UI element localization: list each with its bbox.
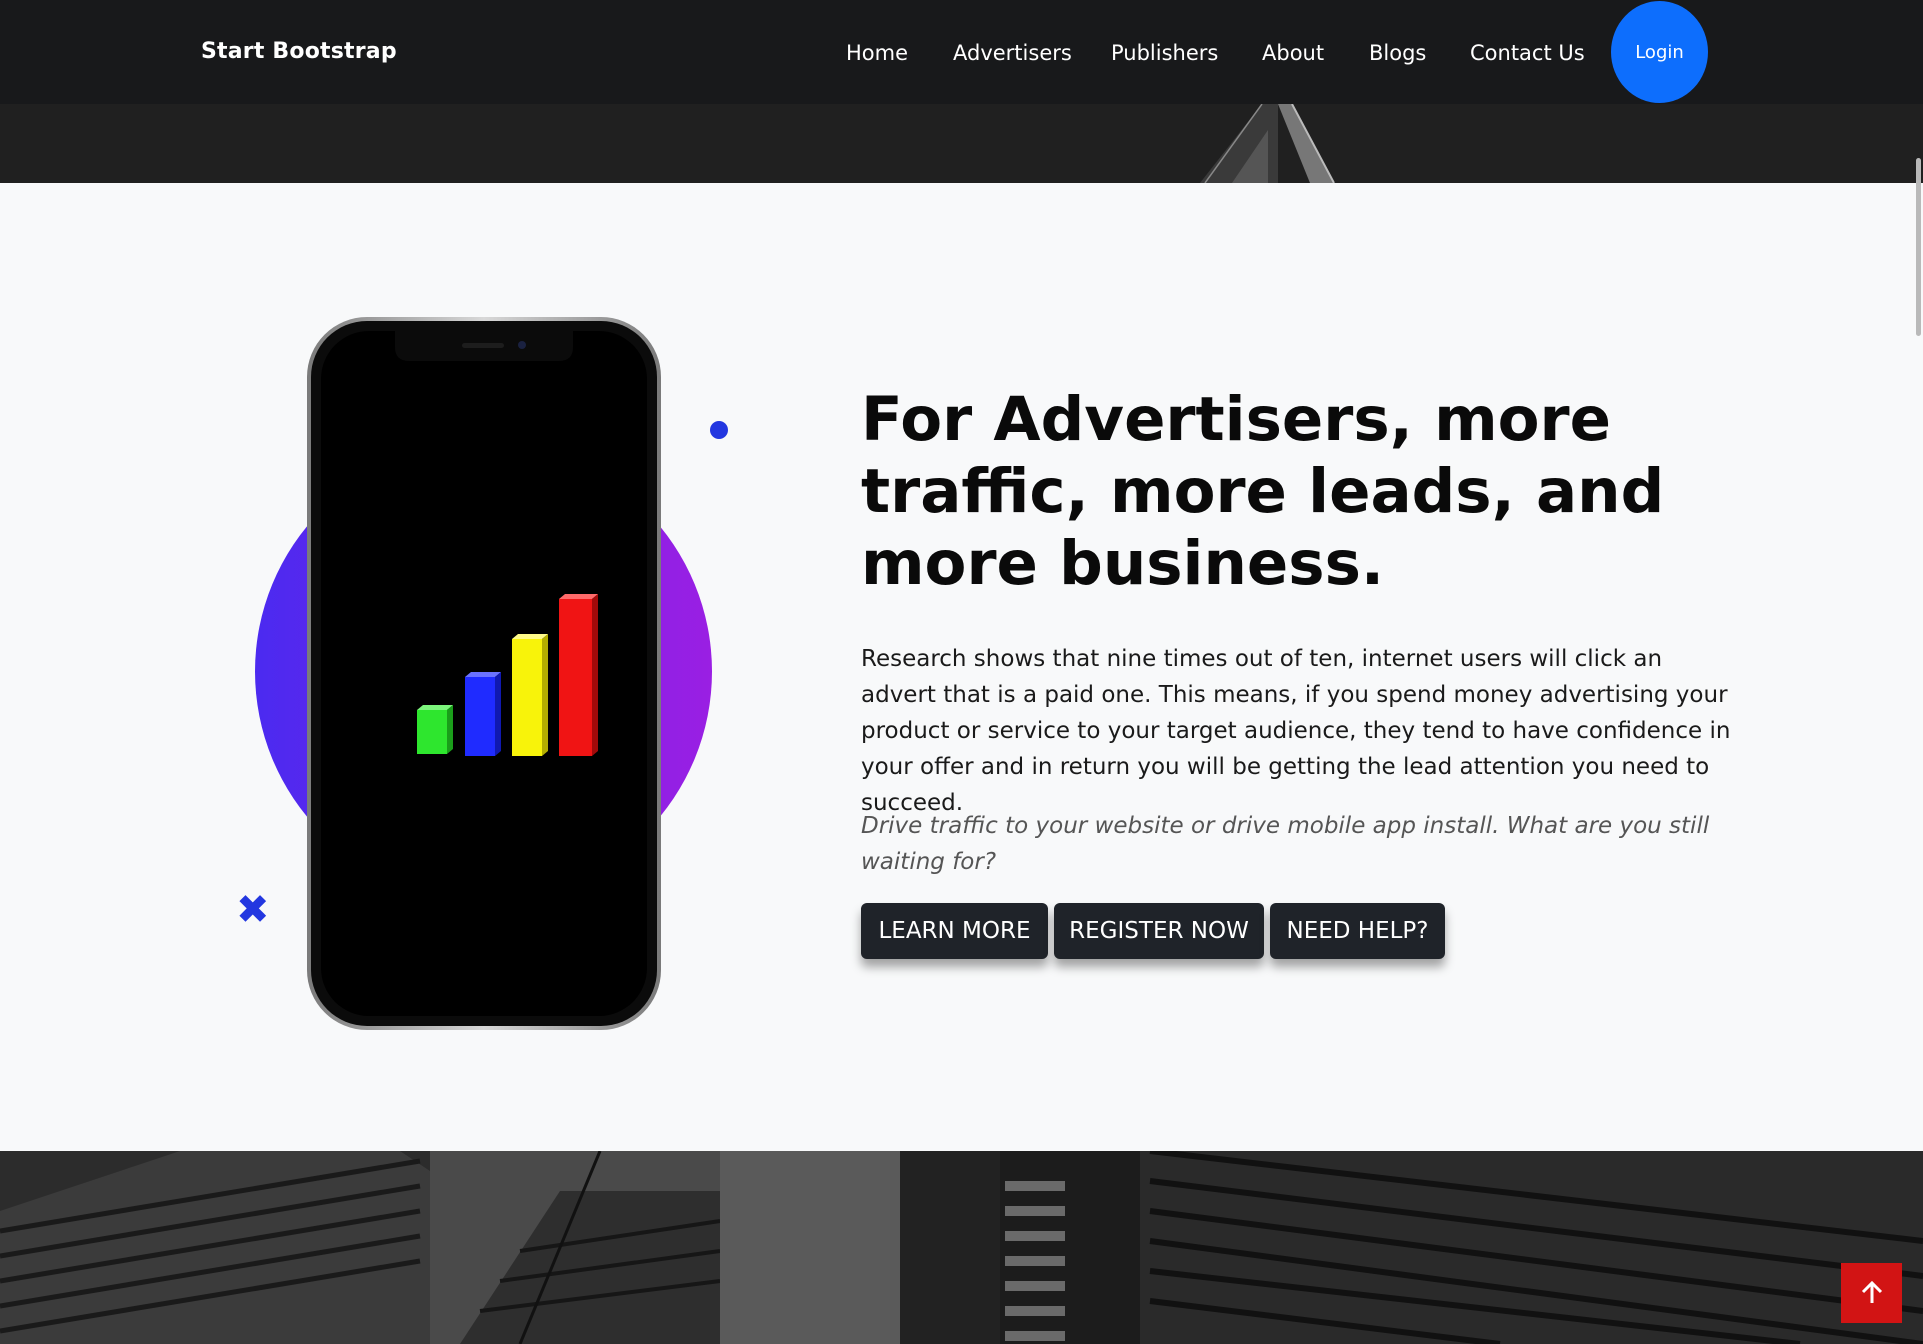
need-help-button[interactable]: NEED HELP? — [1270, 903, 1445, 959]
dot-icon — [710, 421, 728, 439]
nav-link-advertisers[interactable]: Advertisers — [953, 41, 1072, 65]
city-background-image — [0, 1151, 1923, 1344]
navbar: Start Bootstrap Home Advertisers Publish… — [0, 0, 1923, 104]
page-title: For Advertisers, more traffic, more lead… — [861, 384, 1665, 599]
hero-tagline: Drive traffic to your website or drive m… — [861, 813, 1710, 875]
cross-icon: ✖ — [236, 887, 270, 933]
brand-link[interactable]: Start Bootstrap — [201, 39, 397, 64]
phone-mockup — [307, 317, 661, 1030]
learn-more-button[interactable]: LEARN MORE — [861, 903, 1048, 959]
scroll-to-top-button[interactable] — [1841, 1263, 1902, 1323]
nav-link-blogs[interactable]: Blogs — [1369, 41, 1426, 65]
hero-paragraph: Research shows that nine times out of te… — [861, 646, 1731, 816]
page-scrollbar[interactable] — [1916, 158, 1921, 336]
city-skyline — [0, 1151, 1923, 1344]
nav-link-about[interactable]: About — [1262, 41, 1324, 65]
nav-link-home[interactable]: Home — [846, 41, 908, 65]
login-button[interactable]: Login — [1611, 1, 1708, 103]
nav-link-contact-us[interactable]: Contact Us — [1470, 41, 1585, 65]
hero-background-image — [0, 104, 1923, 183]
nav-link-publishers[interactable]: Publishers — [1111, 41, 1218, 65]
arrow-up-icon — [1861, 1280, 1882, 1303]
skyscraper-silhouette — [0, 104, 1923, 183]
register-now-button[interactable]: REGISTER NOW — [1054, 903, 1264, 959]
